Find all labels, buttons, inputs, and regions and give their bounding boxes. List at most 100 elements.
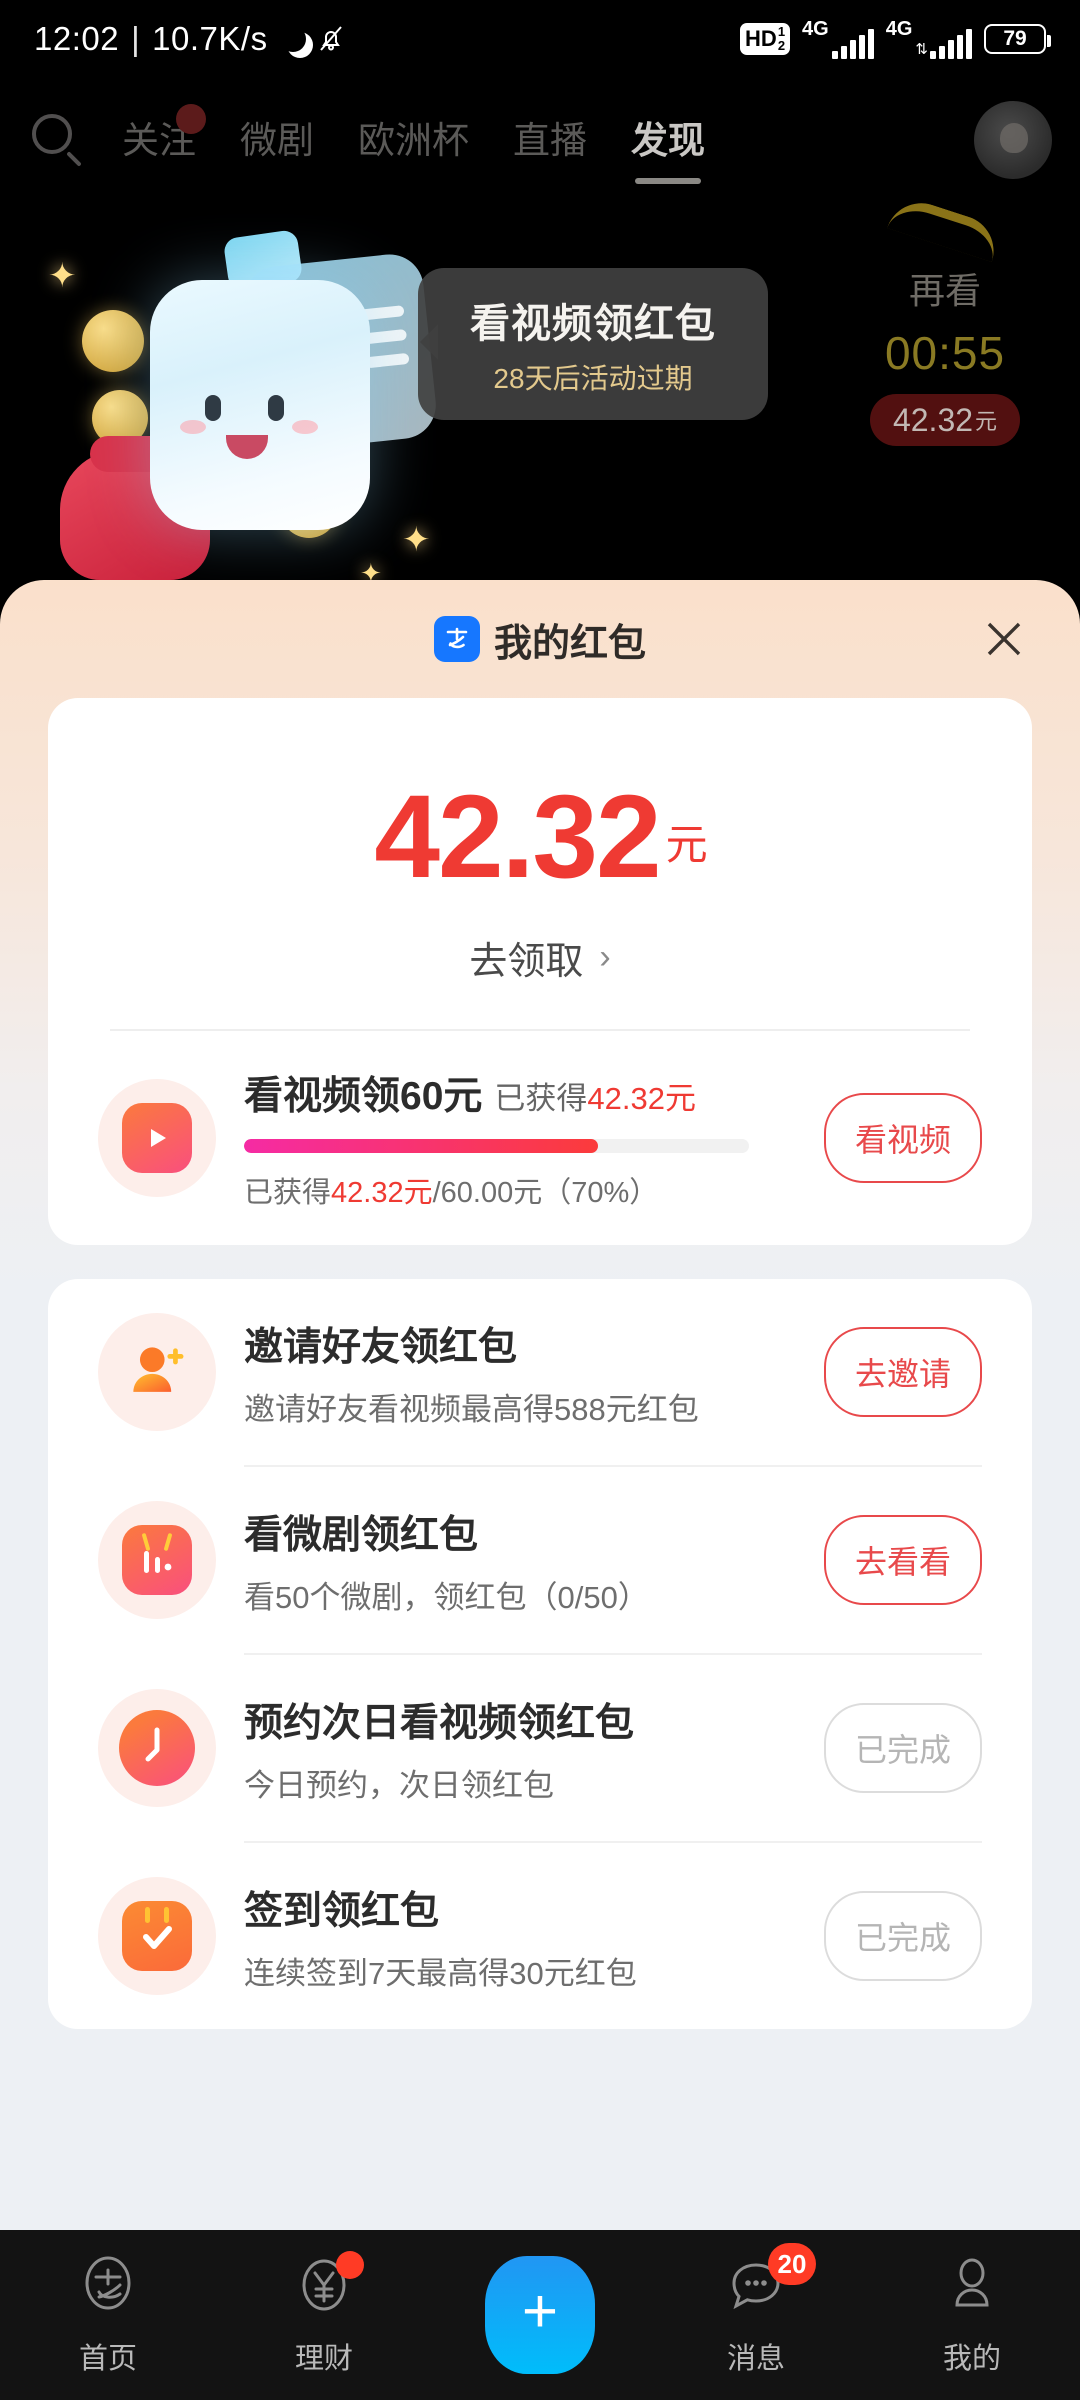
hd-label: HD	[745, 26, 777, 51]
mascot-body	[150, 280, 370, 530]
task-row-checkin[interactable]: 签到领红包 连续签到7天最高得30元红包 已完成	[48, 1843, 1032, 2029]
phone-screen: 12:02 | 10.7K/s HD 1 2 4G 4G ⇅ 79 关注 微剧 …	[0, 0, 1080, 2400]
tab-label: 直播	[513, 120, 587, 161]
rewatch-label: 再看	[908, 270, 981, 311]
reward-amount: 42.32	[892, 401, 974, 438]
hd-sub-top: 1	[777, 24, 786, 40]
tab-ouzhoubei[interactable]: 欧洲杯	[358, 110, 469, 170]
status-bar: 12:02 | 10.7K/s HD 1 2 4G 4G ⇅ 79	[0, 0, 1080, 78]
task-body: 看微剧领红包 看50个微剧，领红包（0/50）	[244, 1504, 824, 1617]
tv-icon	[98, 1501, 216, 1619]
tab-faxian[interactable]: 发现	[631, 110, 705, 170]
rewatch-countdown: 00:55	[884, 327, 1006, 379]
status-bar-right: HD 1 2 4G 4G ⇅ 79	[740, 19, 1051, 59]
progress-total: 60.00元	[440, 1177, 543, 1209]
nav-label: 消息	[726, 2343, 785, 2375]
chat-bubble-icon: 20	[722, 2243, 816, 2321]
task-title: 看视频领60元	[244, 1075, 483, 1118]
hd-sub-bottom: 2	[777, 38, 786, 53]
mascot-eye	[205, 395, 221, 421]
task-desc: 连续签到7天最高得30元红包	[244, 1955, 637, 1991]
nav-item-add[interactable]: +	[432, 2256, 648, 2374]
search-icon[interactable]	[28, 110, 88, 170]
red-packet-sheet: 我的红包 42.32 元 去领取 › 看视频领60元 已获得42.32元 已获得…	[0, 580, 1080, 2280]
play-icon	[98, 1079, 216, 1197]
sim1-signal-icon: 4G	[802, 19, 874, 59]
task-title: 看微剧领红包	[244, 1513, 479, 1557]
nav-item-profile[interactable]: 我的	[864, 2253, 1080, 2377]
task-desc: 看50个微剧，领红包（0/50）	[244, 1579, 649, 1615]
mascot-eye	[268, 395, 284, 421]
top-tab-list: 关注 微剧 欧洲杯 直播 发现	[122, 104, 974, 170]
nav-label: 我的	[942, 2343, 1001, 2375]
checkin-status-button: 已完成	[824, 1891, 982, 1981]
task-title: 预约次日看视频领红包	[244, 1701, 635, 1745]
task-row-appointment[interactable]: 预约次日看视频领红包 今日预约，次日领红包 已完成	[48, 1655, 1032, 1841]
promo-tooltip-subtitle: 28天后活动过期	[493, 363, 693, 394]
task-row-video[interactable]: 看视频领60元 已获得42.32元 已获得42.32元/60.00元（70%） …	[48, 1031, 1032, 1245]
mascot-cheek	[292, 420, 318, 434]
task-row-microdrama[interactable]: 看微剧领红包 看50个微剧，领红包（0/50） 去看看	[48, 1467, 1032, 1653]
task-desc: 邀请好友看视频最高得588元红包	[244, 1391, 699, 1427]
balance-card: 42.32 元 去领取 › 看视频领60元 已获得42.32元 已获得42.32…	[48, 698, 1032, 1245]
battery-icon: 79	[984, 24, 1051, 54]
plus-symbol: +	[521, 2277, 559, 2346]
watch-video-button[interactable]: 看视频	[824, 1093, 982, 1183]
nav-item-finance[interactable]: 理财	[216, 2251, 432, 2377]
task-body: 签到领红包 连续签到7天最高得30元红包	[244, 1880, 824, 1993]
sheet-header: 我的红包	[0, 580, 1080, 698]
plus-icon[interactable]: +	[485, 2256, 595, 2374]
progress-earned: 42.32元	[331, 1177, 433, 1209]
task-title: 邀请好友领红包	[244, 1325, 518, 1369]
tasks-card: 邀请好友领红包 邀请好友看视频最高得588元红包 去邀请 看微剧领红包 看50个…	[48, 1279, 1032, 2029]
balance-value: 42.32	[374, 771, 661, 903]
progress-percent: （70%）	[542, 1177, 659, 1209]
hd-voice-icon: HD 1 2	[740, 23, 791, 55]
claim-link[interactable]: 去领取 ›	[469, 930, 610, 985]
moon-icon	[280, 26, 306, 52]
invite-button[interactable]: 去邀请	[824, 1327, 982, 1417]
progress-arc-icon	[887, 200, 1003, 263]
alipay-logo-icon	[433, 616, 480, 662]
sim2-signal-icon: 4G ⇅	[886, 19, 972, 59]
avatar[interactable]	[974, 101, 1052, 179]
task-desc: 今日预约，次日领红包	[244, 1767, 554, 1803]
balance-amount: 42.32 元	[48, 778, 1032, 896]
battery-percent: 79	[1003, 27, 1027, 50]
sheet-title: 我的红包	[493, 622, 646, 665]
sparkle-icon: ✦	[48, 257, 77, 295]
tab-zhibo[interactable]: 直播	[513, 110, 587, 170]
reward-pill: 42.32 元	[870, 394, 1020, 446]
tab-weiju[interactable]: 微剧	[240, 110, 314, 170]
sim2-network-label: 4G	[885, 18, 913, 40]
promo-banner: ✦ ✦ ✦ 看视频领红包 28天后活动过期 再看 00:55 42.32 元	[0, 200, 1080, 600]
chevron-right-icon: ›	[599, 938, 611, 976]
balance-section: 42.32 元 去领取 ›	[48, 726, 1032, 985]
task-body: 看视频领60元 已获得42.32元 已获得42.32元/60.00元（70%）	[244, 1065, 824, 1211]
user-plus-icon	[98, 1313, 216, 1431]
nav-item-home[interactable]: 首页	[0, 2253, 216, 2377]
sparkle-icon: ✦	[402, 521, 431, 559]
task-row-invite[interactable]: 邀请好友领红包 邀请好友看视频最高得588元红包 去邀请	[48, 1279, 1032, 1465]
tab-guanzhu[interactable]: 关注	[122, 104, 206, 170]
tab-badge-dot	[176, 104, 206, 134]
task-earned-unit: 元	[664, 1081, 696, 1116]
promo-tooltip[interactable]: 看视频领红包 28天后活动过期	[418, 268, 768, 420]
task-body: 预约次日看视频领红包 今日预约，次日领红包	[244, 1692, 824, 1805]
nav-badge-dot	[336, 2251, 364, 2279]
progress-sep: /	[432, 1177, 441, 1209]
clock-icon	[98, 1689, 216, 1807]
claim-link-label: 去领取	[469, 941, 584, 983]
task-title-row: 看视频领60元 已获得42.32元	[244, 1065, 824, 1121]
coin-icon	[82, 310, 144, 372]
task-title: 签到领红包	[244, 1889, 440, 1933]
nav-label: 理财	[294, 2343, 353, 2375]
go-watch-button[interactable]: 去看看	[824, 1515, 982, 1605]
calendar-check-icon	[98, 1877, 216, 1995]
close-icon[interactable]	[976, 611, 1032, 667]
mascot-cheek	[180, 420, 206, 434]
sim1-network-label: 4G	[802, 18, 829, 40]
rewatch-widget[interactable]: 再看 00:55 42.32 元	[850, 200, 1040, 446]
data-arrows-icon: ⇅	[915, 41, 928, 58]
nav-item-messages[interactable]: 20 消息	[648, 2243, 864, 2377]
